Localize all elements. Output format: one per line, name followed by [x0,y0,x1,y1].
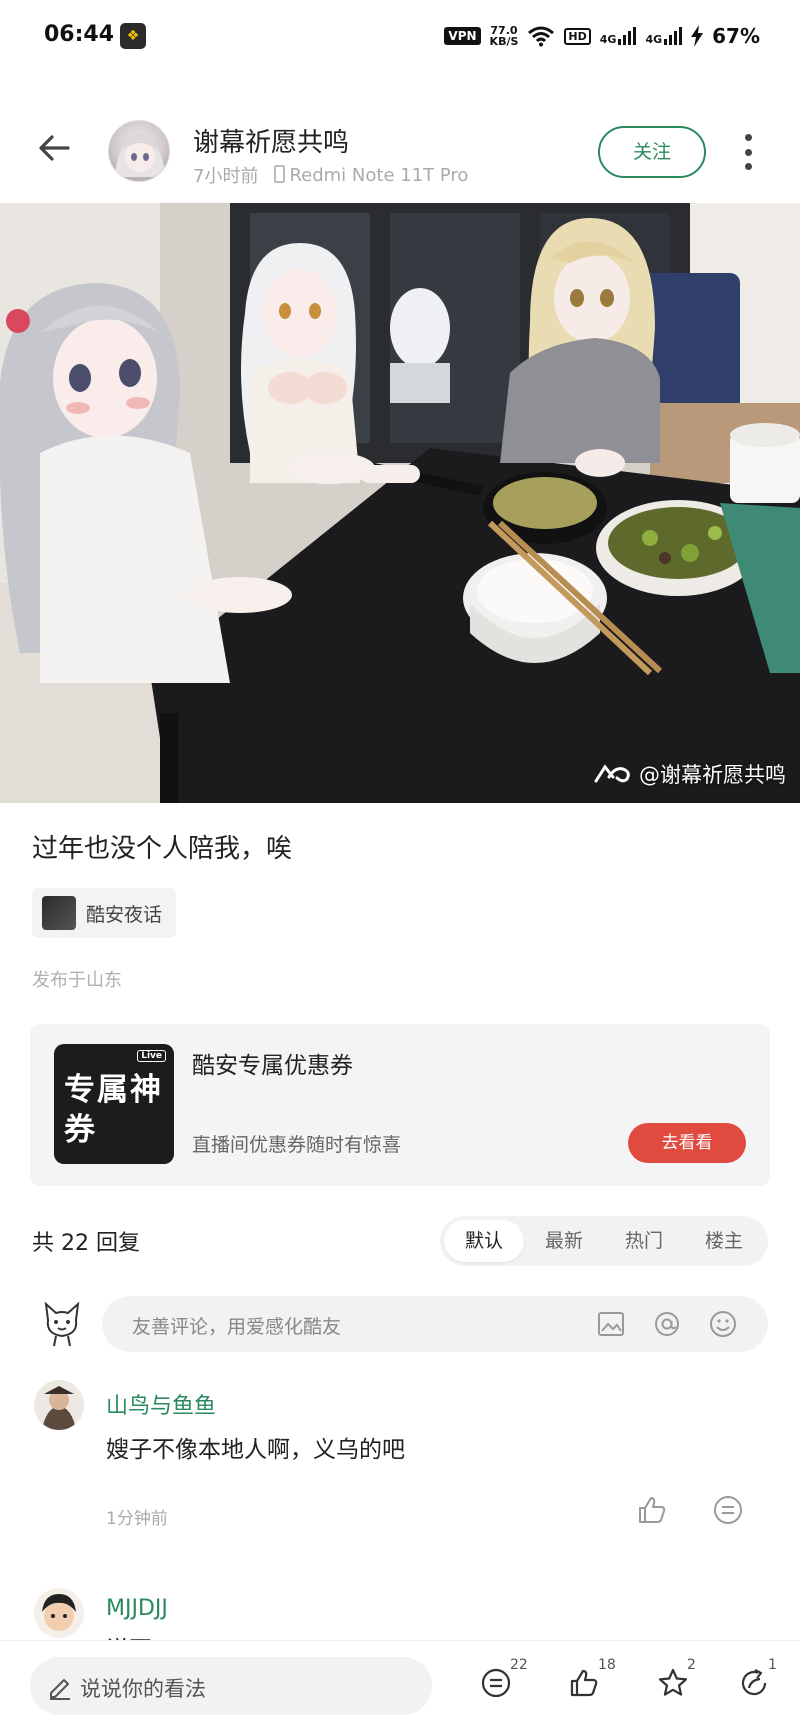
star-count-badge: 2 [687,1657,696,1673]
pencil-icon [50,1679,70,1700]
coupon-title: 酷安专属优惠券 [192,1053,353,1079]
favorite-action[interactable]: 2 [657,1657,697,1707]
status-time: 06:44 [44,22,115,47]
back-arrow-icon[interactable] [34,128,74,168]
bottom-action-bar: 说说你的看法 22 18 2 1 [0,1640,800,1733]
commenter-avatar[interactable] [34,1588,84,1638]
coupon-thumbnail-text: 专属神券 [64,1072,163,1148]
sort-tab-latest[interactable]: 最新 [524,1220,604,1262]
like-icon [570,1669,598,1697]
bottom-comment-input[interactable]: 说说你的看法 [30,1657,432,1715]
post-device: Redmi Note 11T Pro [274,164,468,186]
view-coupon-button[interactable]: 去看看 [628,1123,746,1163]
bottom-input-placeholder: 说说你的看法 [80,1677,206,1701]
post-image[interactable]: @谢幕祈愿共鸣 [0,203,800,803]
reply-count-icon [481,1668,511,1698]
comment-time: 1分钟前 [106,1509,168,1529]
topic-tag[interactable]: 酷安夜话 [32,888,177,938]
phone-icon [274,164,286,183]
reply-icon[interactable] [712,1494,744,1526]
like-action[interactable]: 18 [568,1657,616,1707]
mention-icon[interactable] [652,1309,682,1339]
charging-icon [691,25,704,47]
star-icon [658,1668,688,1696]
watermark-text: @谢幕祈愿共鸣 [639,763,786,787]
status-bar: 06:44 ❖ VPN 77.0 KB/S HD 4G 4G 67% [0,0,800,72]
reply-sort-tabs: 默认 最新 热门 楼主 [440,1216,768,1266]
post-header: 谢幕祈愿共鸣 7小时前 Redmi Note 11T Pro 关注 [0,100,800,202]
topic-name: 酷安夜话 [86,903,163,926]
emoji-icon[interactable] [708,1309,738,1339]
share-count-badge: 1 [768,1657,777,1673]
comment-input[interactable]: 友善评论，用爱感化酷友 [102,1296,768,1352]
post-photo-illustration [0,203,800,803]
topic-thumbnail [42,896,76,930]
hd-icon: HD [564,27,591,45]
network-speed: 77.0 KB/S [490,25,519,47]
more-options-icon[interactable] [740,134,756,170]
sort-tab-default[interactable]: 默认 [444,1220,524,1262]
thumbs-up-icon[interactable] [636,1494,668,1526]
image-icon[interactable] [596,1309,626,1339]
post-text: 过年也没个人陪我，唉 [32,834,293,864]
post-meta: 7小时前 Redmi Note 11T Pro [193,162,468,188]
app-notification-icon: ❖ [120,23,146,49]
signal-2-icon: 4G [645,27,683,45]
share-icon [741,1669,767,1696]
commenter-name[interactable]: 山鸟与鱼鱼 [106,1388,216,1420]
author-name[interactable]: 谢幕祈愿共鸣 [193,122,349,159]
share-action[interactable]: 1 [738,1657,778,1707]
post-time: 7小时前 [193,166,259,187]
status-icons: VPN 77.0 KB/S HD 4G 4G 67% [444,22,760,50]
live-badge: Live [137,1050,166,1062]
comment-input-bar: 友善评论，用爱感化酷友 [0,1292,800,1358]
coupon-subtitle: 直播间优惠券随时有惊喜 [192,1134,402,1156]
commenter-avatar[interactable] [34,1380,84,1430]
comment-text: 嫂子不像本地人啊，义乌的吧 [106,1437,405,1463]
sort-tab-op[interactable]: 楼主 [684,1220,764,1262]
commenter-name[interactable]: MJJDJJ [106,1596,168,1621]
comment-input-icons [596,1309,738,1339]
image-watermark: @谢幕祈愿共鸣 [593,759,786,789]
reply-action[interactable]: 22 [480,1657,528,1707]
author-avatar[interactable] [108,120,170,182]
comment-input-placeholder: 友善评论，用爱感化酷友 [132,1316,342,1338]
coolapk-logo-icon [594,764,630,783]
follow-button[interactable]: 关注 [598,126,706,178]
reply-count: 共 22 回复 [32,1231,140,1256]
vpn-icon: VPN [444,27,481,45]
like-count-badge: 18 [598,1657,616,1673]
network-speed-unit: KB/S [489,35,519,48]
signal-1-icon: 4G [600,27,637,45]
post-location: 发布于山东 [32,970,122,991]
battery-percent: 67% [712,24,760,48]
coupon-ad-card[interactable]: Live 专属神券 酷安专属优惠券 直播间优惠券随时有惊喜 去看看 [30,1024,770,1186]
coupon-thumbnail: Live 专属神券 [54,1044,174,1164]
user-cat-avatar-icon [44,1301,80,1347]
wifi-icon [528,26,555,47]
reply-count-badge: 22 [510,1657,528,1673]
sort-tab-hot[interactable]: 热门 [604,1220,684,1262]
